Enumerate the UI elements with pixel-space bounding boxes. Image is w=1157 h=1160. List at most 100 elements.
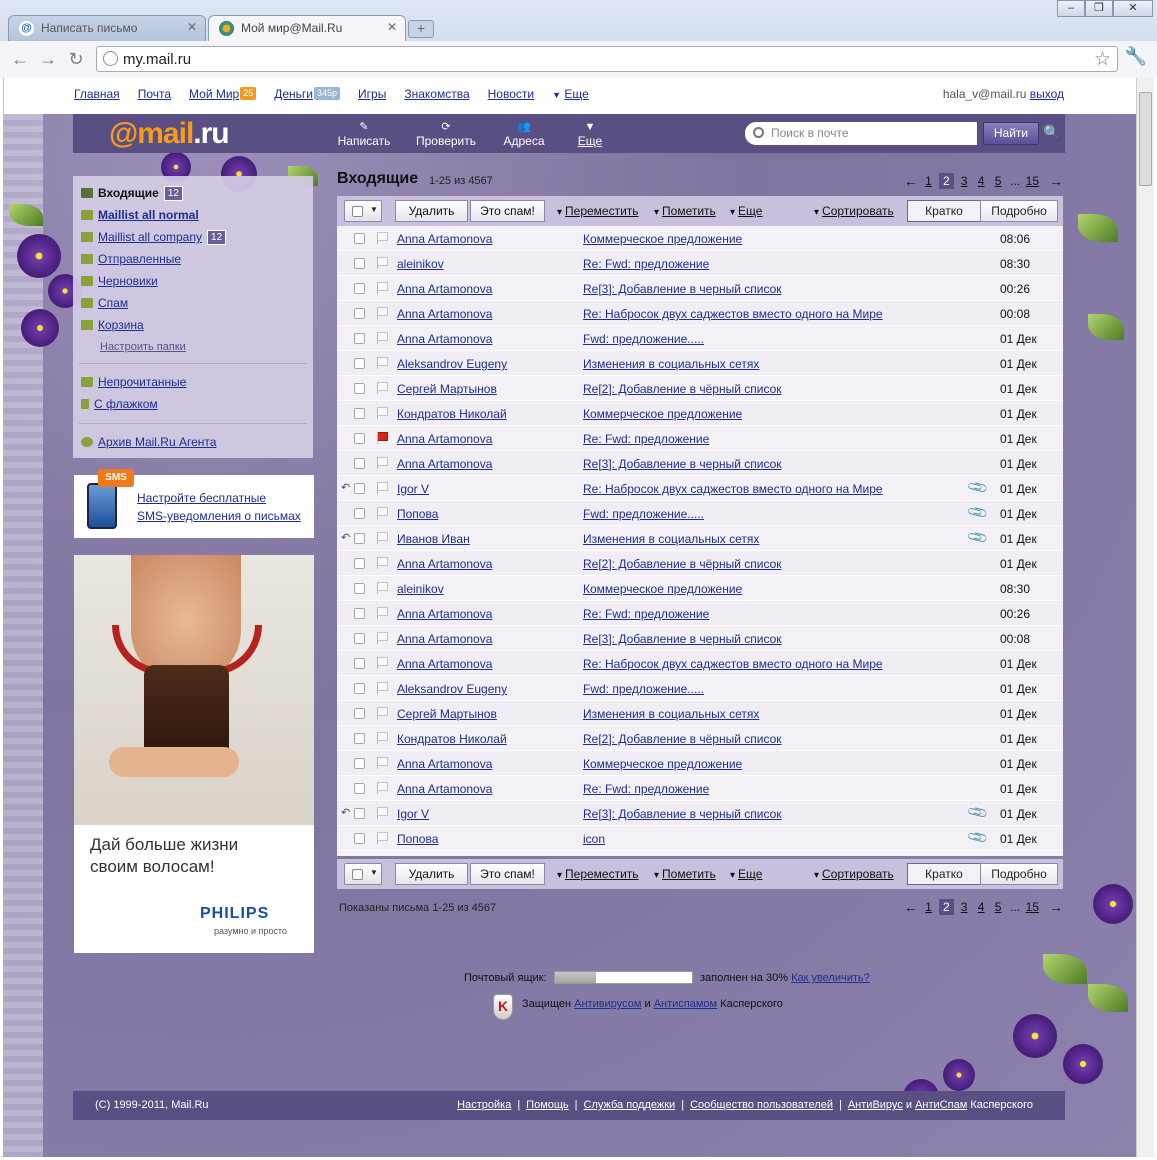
- message-subject[interactable]: Re: Fwd: предложение: [583, 257, 709, 271]
- search-input[interactable]: Поиск в почте: [745, 122, 977, 145]
- flag-icon[interactable]: [377, 382, 388, 394]
- message-sender[interactable]: Anna Artamonova: [397, 332, 577, 346]
- message-checkbox[interactable]: [354, 808, 365, 819]
- folder-label[interactable]: Maillist all normal: [98, 208, 199, 222]
- flag-set-icon[interactable]: [377, 432, 388, 444]
- page-link[interactable]: 4: [975, 900, 988, 914]
- message-subject[interactable]: Re[2]: Добавление в чёрный список: [583, 732, 782, 746]
- message-row[interactable]: Anna Artamonova Re: Fwd: предложение 01 Де…: [337, 776, 1063, 801]
- message-subject[interactable]: Re: Fwd: предложение: [583, 782, 709, 796]
- view-detail-button[interactable]: Подробно: [980, 200, 1058, 222]
- message-subject[interactable]: Коммерческое предложение: [583, 407, 742, 421]
- footer-link-settings[interactable]: Настройка: [457, 1099, 511, 1111]
- flag-icon[interactable]: [377, 607, 388, 619]
- view-brief-button[interactable]: Кратко: [907, 863, 981, 885]
- message-row[interactable]: Anna Artamonova Re: Набросок двух саджест…: [337, 651, 1063, 676]
- sms-link-line1[interactable]: Настройте бесплатные: [137, 491, 266, 505]
- message-checkbox[interactable]: [354, 308, 365, 319]
- folder-label[interactable]: Черновики: [98, 274, 158, 288]
- message-subject[interactable]: Коммерческое предложение: [583, 757, 742, 771]
- footer-link-community[interactable]: Сообщество пользователей: [690, 1099, 833, 1111]
- close-window-button[interactable]: ✕: [1113, 0, 1153, 17]
- message-subject[interactable]: Re[2]: Добавление в чёрный список: [583, 382, 782, 396]
- tab-compose[interactable]: @ Написать письмо ✕: [8, 15, 206, 41]
- footer-antispam-link[interactable]: АнтиСпам: [915, 1099, 967, 1111]
- page-link[interactable]: 1: [922, 174, 935, 188]
- message-checkbox[interactable]: [354, 608, 365, 619]
- wrench-icon[interactable]: 🔧: [1125, 46, 1147, 67]
- folder-item[interactable]: Черновики: [81, 272, 158, 290]
- message-sender[interactable]: Попова: [397, 507, 577, 521]
- message-checkbox[interactable]: [354, 283, 365, 294]
- flag-icon[interactable]: [377, 407, 388, 419]
- flag-icon[interactable]: [377, 232, 388, 244]
- folder-label[interactable]: Входящие: [98, 186, 159, 200]
- mailru-logo[interactable]: @mail.ru: [109, 117, 230, 151]
- message-row[interactable]: Aleksandrov Eugeny Изменения в социальных…: [337, 351, 1063, 376]
- message-sender[interactable]: aleinikov: [397, 257, 577, 271]
- message-checkbox[interactable]: [354, 508, 365, 519]
- message-sender[interactable]: Anna Artamonova: [397, 757, 577, 771]
- folder-label[interactable]: Спам: [98, 296, 128, 310]
- mark-menu[interactable]: Пометить: [654, 204, 716, 218]
- message-subject[interactable]: Коммерческое предложение: [583, 232, 742, 246]
- portal-link-main[interactable]: Главная: [74, 87, 120, 101]
- folder-item[interactable]: Maillist all normal: [81, 206, 199, 224]
- view-brief-button[interactable]: Кратко: [907, 200, 981, 222]
- more-actions-button[interactable]: ▼ Еще: [555, 120, 625, 148]
- message-row[interactable]: Anna Artamonova Re: Fwd: предложение 01 Де…: [337, 426, 1063, 451]
- setup-folders-link[interactable]: Настроить папки: [100, 341, 186, 353]
- flag-icon[interactable]: [377, 657, 388, 669]
- portal-link-myworld[interactable]: Мой Мир: [189, 87, 239, 101]
- message-sender[interactable]: Кондратов Николай: [397, 407, 577, 421]
- page-link[interactable]: 1: [922, 900, 935, 914]
- message-checkbox[interactable]: [354, 833, 365, 844]
- sort-menu[interactable]: Сортировать: [814, 204, 894, 218]
- filter-flagged[interactable]: С флажком: [81, 395, 158, 413]
- message-sender[interactable]: Anna Artamonova: [397, 782, 577, 796]
- folder-item[interactable]: Отправленные: [81, 250, 181, 268]
- folder-item[interactable]: Maillist all company 12: [81, 228, 227, 246]
- flag-icon[interactable]: [377, 532, 388, 544]
- folder-item[interactable]: Корзина: [81, 316, 144, 334]
- mark-menu[interactable]: Пометить: [654, 867, 716, 881]
- search-button[interactable]: Найти: [983, 122, 1039, 145]
- prev-page-arrow[interactable]: ←: [904, 173, 918, 189]
- message-row[interactable]: Anna Artamonova Re[3]: Добавление в черны…: [337, 451, 1063, 476]
- message-row[interactable]: Попова icon 📎 01 Дек: [337, 826, 1063, 851]
- spam-button[interactable]: Это спам!: [470, 200, 545, 222]
- message-checkbox[interactable]: [354, 233, 365, 244]
- message-sender[interactable]: Igor V: [397, 807, 577, 821]
- flag-icon[interactable]: [377, 732, 388, 744]
- folder-label[interactable]: Корзина: [98, 318, 144, 332]
- message-sender[interactable]: Anna Artamonova: [397, 457, 577, 471]
- message-subject[interactable]: Fwd: предложение.....: [583, 507, 704, 521]
- flag-icon[interactable]: [377, 832, 388, 844]
- flag-icon[interactable]: [377, 307, 388, 319]
- back-icon[interactable]: ←: [8, 48, 32, 70]
- filter-label[interactable]: Непрочитанные: [98, 375, 186, 389]
- flag-icon[interactable]: [377, 682, 388, 694]
- message-row[interactable]: Anna Artamonova Re: Набросок двух саджест…: [337, 301, 1063, 326]
- message-checkbox[interactable]: [354, 258, 365, 269]
- message-checkbox[interactable]: [354, 783, 365, 794]
- next-page-arrow[interactable]: →: [1049, 173, 1063, 189]
- sort-menu[interactable]: Сортировать: [814, 867, 894, 881]
- message-row[interactable]: aleinikov Коммерческое предложение 08:30: [337, 576, 1063, 601]
- flag-icon[interactable]: [377, 357, 388, 369]
- flag-icon[interactable]: [377, 557, 388, 569]
- page-link[interactable]: 2: [938, 899, 954, 915]
- portal-link-games[interactable]: Игры: [358, 87, 386, 101]
- flag-icon[interactable]: [377, 632, 388, 644]
- message-sender[interactable]: aleinikov: [397, 582, 577, 596]
- message-checkbox[interactable]: [354, 558, 365, 569]
- contacts-button[interactable]: 👥 Адреса: [489, 120, 559, 148]
- sms-promo[interactable]: SMS Настройте бесплатные SMS-уведомления…: [74, 469, 314, 538]
- portal-link-money[interactable]: Деньги: [274, 87, 313, 101]
- message-row[interactable]: Anna Artamonova Re[3]: Добавление в черны…: [337, 276, 1063, 301]
- message-row[interactable]: Сергей Мартынов Изменения в социальных се…: [337, 701, 1063, 726]
- portal-link-news[interactable]: Новости: [488, 87, 534, 101]
- close-tab-icon[interactable]: ✕: [187, 20, 197, 34]
- message-subject[interactable]: Re[3]: Добавление в черный список: [583, 632, 782, 646]
- flag-icon[interactable]: [377, 507, 388, 519]
